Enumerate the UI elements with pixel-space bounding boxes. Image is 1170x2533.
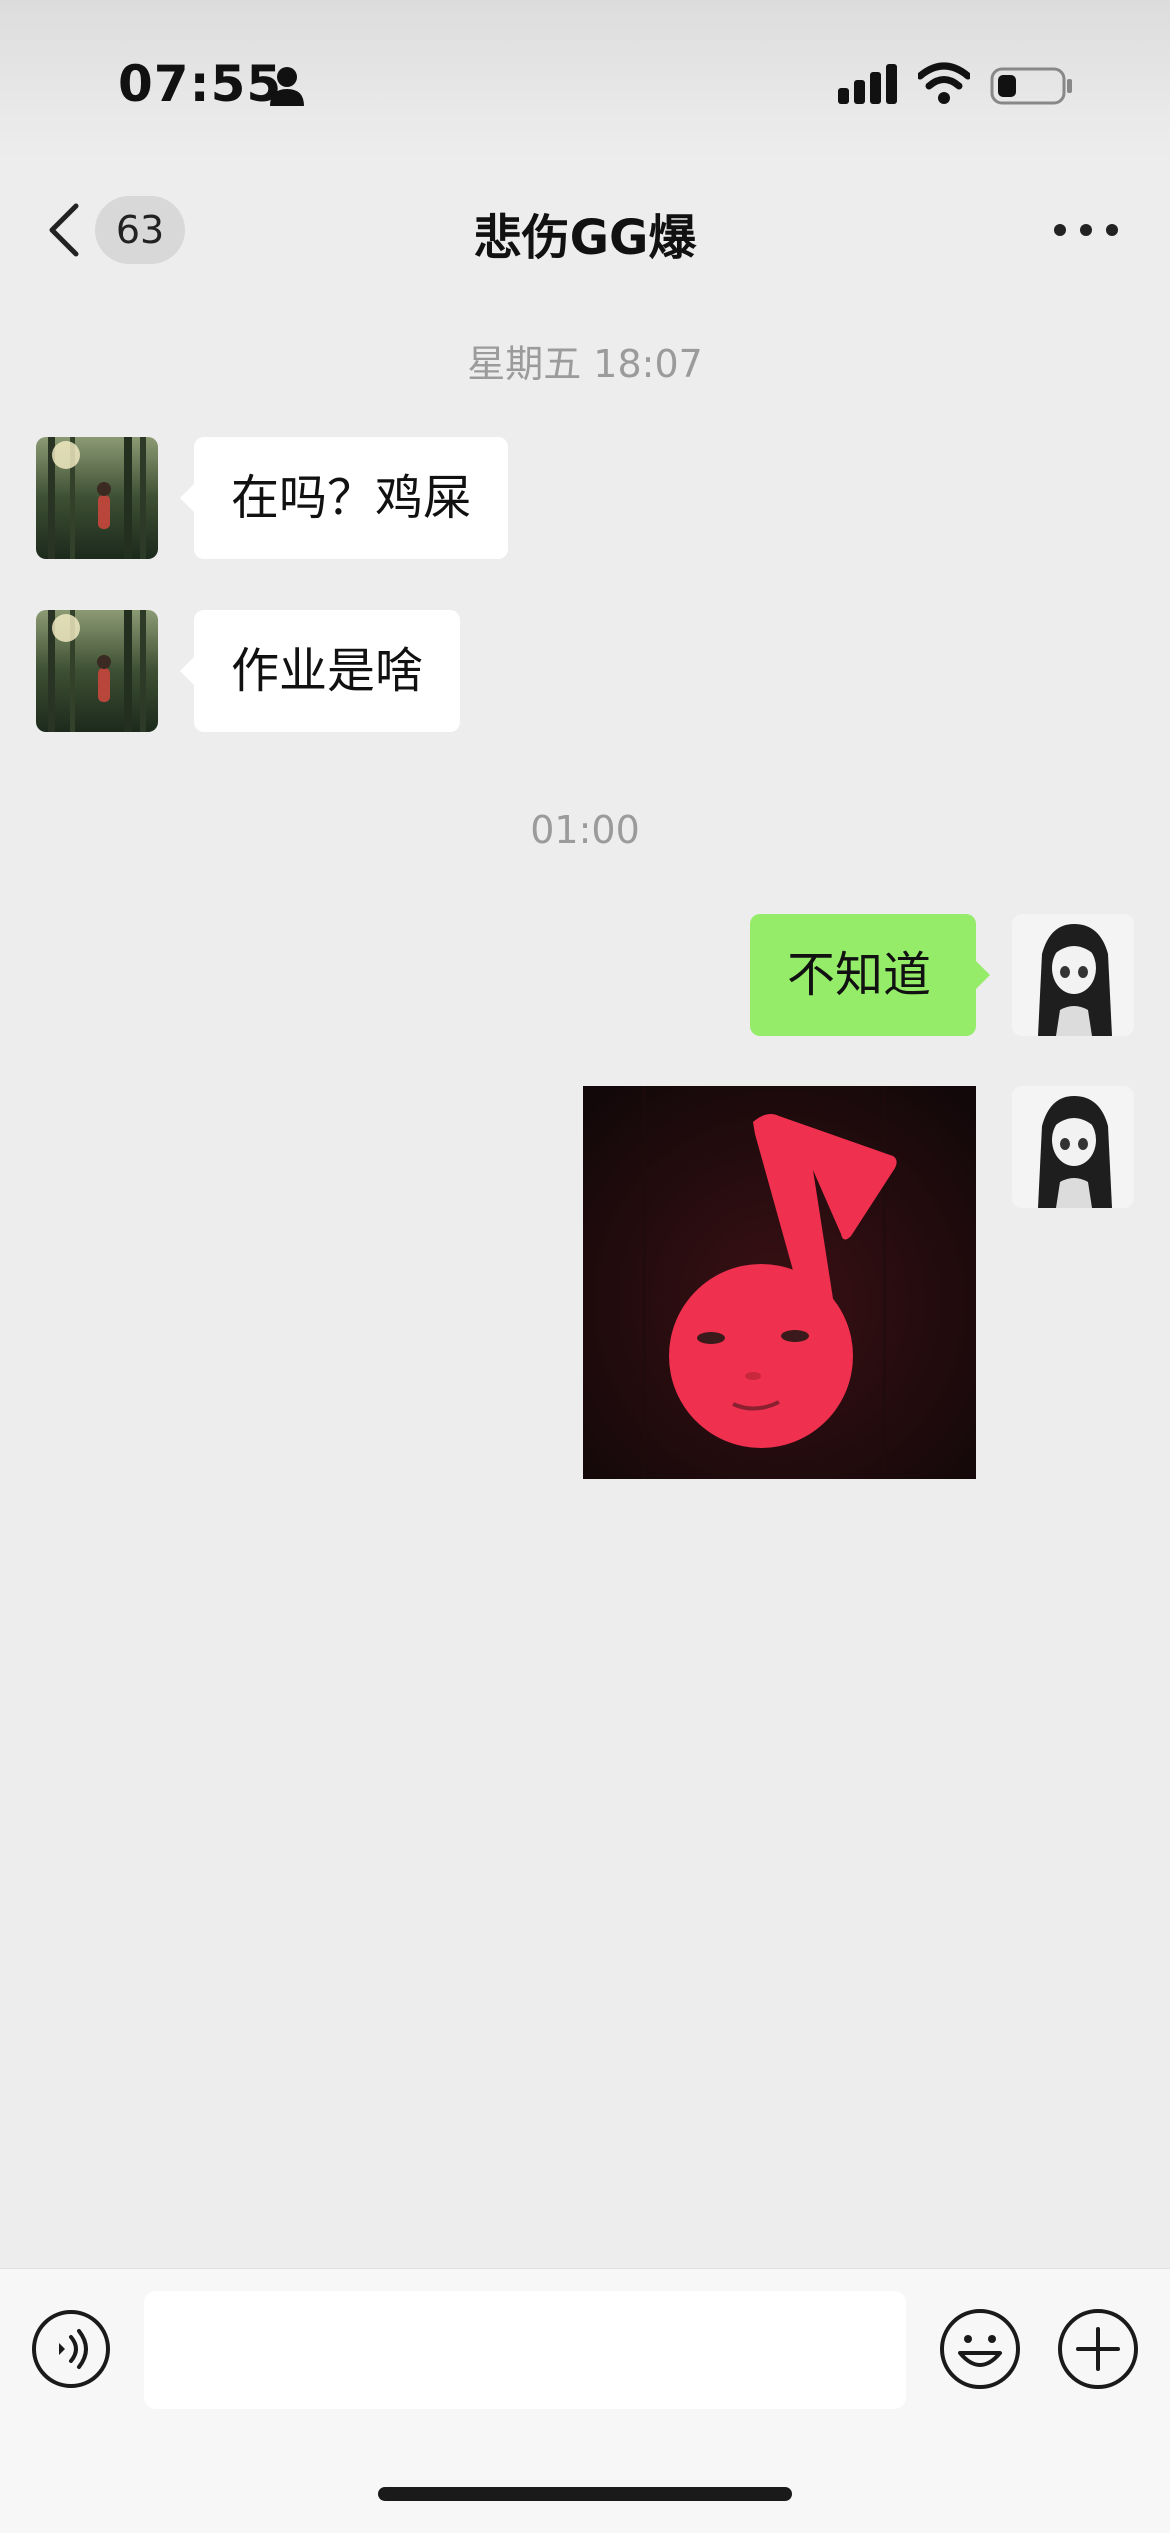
message-bubble-outgoing[interactable]: 不知道 (750, 914, 990, 1036)
sticker-image[interactable] (583, 1086, 976, 1479)
plus-icon[interactable] (1056, 2307, 1140, 2391)
home-indicator[interactable] (378, 2487, 792, 2501)
more-dots-icon[interactable] (1050, 210, 1122, 250)
nav-bar: 悲伤GG爆 63 (0, 180, 1170, 280)
contact-avatar[interactable] (36, 437, 158, 559)
status-time: 07:55 (118, 55, 283, 113)
voice-icon[interactable] (31, 2309, 111, 2389)
timestamp: 星期五 18:07 (467, 342, 703, 386)
input-bar (0, 2268, 1170, 2533)
battery-icon (990, 67, 1072, 105)
message-bubble-incoming[interactable]: 在吗？鸡屎 (179, 437, 509, 559)
emoji-icon[interactable] (938, 2307, 1022, 2391)
message-bubble-incoming[interactable]: 作业是啥 (179, 610, 461, 732)
chevron-left-icon[interactable] (40, 200, 90, 260)
person-icon (270, 67, 304, 106)
my-avatar[interactable] (1012, 1086, 1134, 1208)
wifi-icon (918, 62, 970, 104)
status-bar: 07:55 (0, 0, 1170, 160)
contact-avatar[interactable] (36, 610, 158, 732)
message-input[interactable] (144, 2291, 906, 2409)
my-avatar[interactable] (1012, 914, 1134, 1036)
unread-count-badge[interactable]: 63 (95, 196, 185, 264)
timestamp: 01:00 (530, 808, 640, 852)
signal-icon (838, 64, 897, 104)
